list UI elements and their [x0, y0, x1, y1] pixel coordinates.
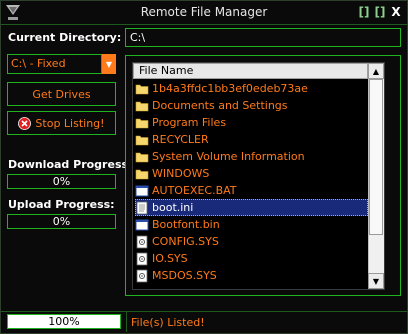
- status-divider: [126, 312, 127, 332]
- stop-listing-button[interactable]: Stop Listing!: [7, 111, 116, 135]
- file-list-row[interactable]: AUTOEXEC.BAT: [135, 182, 368, 199]
- file-name-column-header[interactable]: File Name: [133, 63, 368, 79]
- download-progress-bar: 0%: [7, 174, 116, 189]
- file-list-row[interactable]: IO.SYS: [135, 250, 368, 267]
- folder-icon: [135, 82, 149, 96]
- drive-select-dropdown-button[interactable]: ▼: [102, 54, 116, 74]
- file-name-label: AUTOEXEC.BAT: [152, 184, 237, 197]
- folder-icon: [135, 133, 149, 147]
- file-list-row[interactable]: 1b4a3ffdc1bb3ef0edeb73ae: [135, 80, 368, 97]
- file-window-icon: [135, 218, 149, 232]
- stop-listing-label: Stop Listing!: [35, 116, 105, 130]
- upload-progress-label: Upload Progress:: [8, 198, 115, 211]
- drive-select-value: C:\ - Fixed: [11, 57, 66, 70]
- chevron-up-icon: ▲: [372, 66, 380, 76]
- folder-icon: [135, 116, 149, 130]
- restore-icon: []: [374, 5, 386, 19]
- upload-progress-value: 0%: [52, 215, 71, 228]
- get-drives-button[interactable]: Get Drives: [7, 82, 116, 106]
- file-list-row[interactable]: RECYCLER: [135, 131, 368, 148]
- file-list-row[interactable]: System Volume Information: [135, 148, 368, 165]
- path-value: C:\: [130, 31, 146, 44]
- folder-icon: [135, 99, 149, 113]
- drive-select[interactable]: C:\ - Fixed: [7, 54, 102, 74]
- file-window-icon: [135, 184, 149, 198]
- file-name-label: Documents and Settings: [152, 99, 288, 112]
- file-list-row[interactable]: Documents and Settings: [135, 97, 368, 114]
- file-name-label: Bootfont.bin: [152, 218, 220, 231]
- file-list-row[interactable]: WINDOWS: [135, 165, 368, 182]
- chevron-down-icon: ▼: [372, 276, 380, 286]
- file-name-label: System Volume Information: [152, 150, 305, 163]
- file-name-label: RECYCLER: [152, 133, 209, 146]
- scrollbar-thumb[interactable]: [369, 79, 383, 235]
- file-list-row[interactable]: CONFIG.SYS: [135, 233, 368, 250]
- file-name-label: boot.ini: [152, 201, 194, 214]
- path-field[interactable]: C:\: [125, 28, 401, 47]
- chevron-down-icon: ▼: [105, 59, 113, 69]
- download-progress-value: 0%: [52, 175, 71, 188]
- status-progress-bar: 100%: [7, 314, 121, 329]
- system-file-icon: [135, 235, 149, 249]
- file-name-label: WINDOWS: [152, 167, 210, 180]
- window-title: Remote File Manager: [140, 5, 268, 19]
- get-drives-label: Get Drives: [32, 87, 91, 101]
- file-name-label: MSDOS.SYS: [152, 269, 217, 282]
- restore-button[interactable]: []: [373, 4, 387, 20]
- file-list-row[interactable]: Program Files: [135, 114, 368, 131]
- file-list-row[interactable]: Bootfont.bin: [135, 216, 368, 233]
- status-message: File(s) Listed!: [131, 316, 205, 329]
- status-progress-value: 100%: [48, 315, 80, 328]
- file-name-label: CONFIG.SYS: [152, 235, 219, 248]
- system-file-icon: [135, 252, 149, 266]
- file-name-label: Program Files: [152, 116, 227, 129]
- scroll-down-button[interactable]: ▼: [368, 273, 384, 289]
- upload-progress-bar: 0%: [7, 214, 116, 229]
- scroll-up-button[interactable]: ▲: [368, 63, 384, 79]
- maximize-button[interactable]: []: [357, 4, 371, 20]
- current-directory-label: Current Directory:: [8, 31, 122, 44]
- folder-icon: [135, 167, 149, 181]
- file-list-row[interactable]: MSDOS.SYS: [135, 267, 368, 284]
- file-name-label: IO.SYS: [152, 252, 188, 265]
- stop-icon: [18, 116, 32, 130]
- file-list-row[interactable]: boot.ini: [135, 199, 368, 216]
- folder-icon: [135, 150, 149, 164]
- ini-file-icon: [135, 201, 149, 215]
- download-progress-label: Download Progress:: [8, 158, 133, 171]
- close-button[interactable]: X: [389, 4, 403, 20]
- system-file-icon: [135, 269, 149, 283]
- file-name-label: 1b4a3ffdc1bb3ef0edeb73ae: [152, 82, 308, 95]
